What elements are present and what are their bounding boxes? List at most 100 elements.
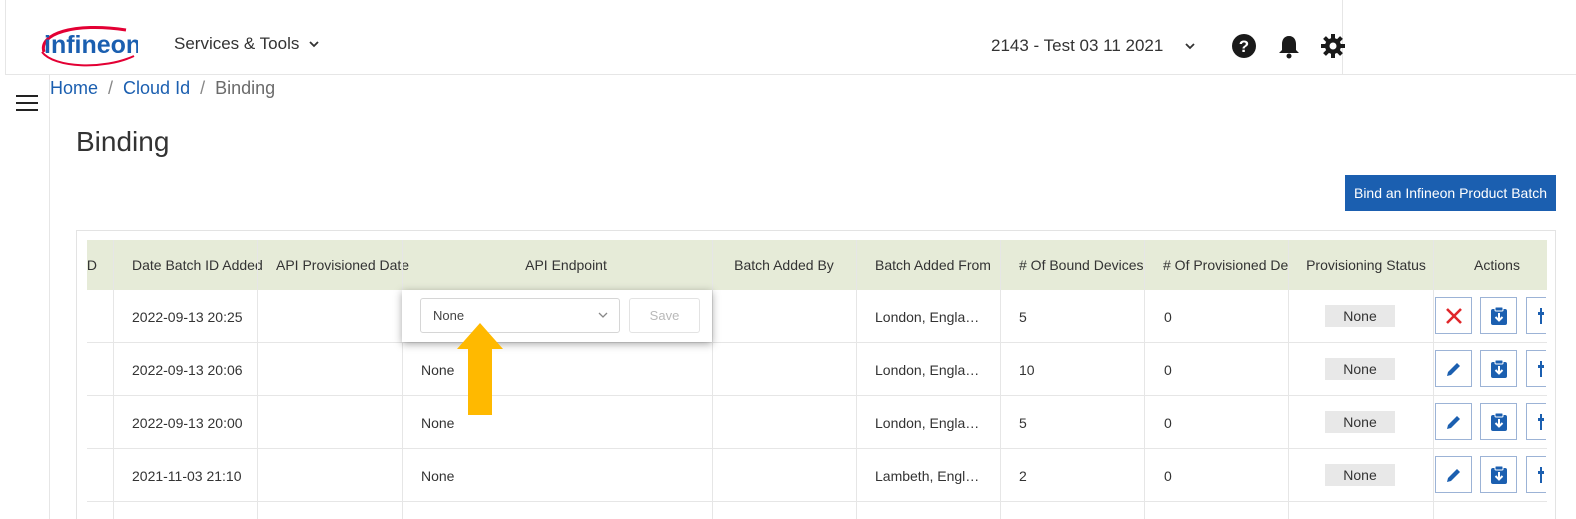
breadcrumb-separator: / <box>108 78 114 98</box>
status-badge: None <box>1325 358 1395 380</box>
help-icon[interactable]: ? <box>1231 33 1257 59</box>
column-divider <box>1144 240 1145 519</box>
breadcrumb-current: Binding <box>215 78 276 98</box>
download-button[interactable] <box>1480 297 1517 334</box>
settings-button-frame <box>1526 403 1546 440</box>
cell-bound-devices: 10 <box>1019 362 1035 378</box>
api-endpoint-select[interactable]: None <box>420 298 620 333</box>
edit-button[interactable] <box>1435 456 1472 493</box>
column-divider <box>856 240 857 519</box>
chevron-down-icon <box>1185 43 1195 50</box>
table-header-row: D Date Batch ID Added API Provisioned Da… <box>87 240 1547 290</box>
page-title: Binding <box>76 126 170 157</box>
organization-selector[interactable]: 2143 - Test 03 11 2021 <box>991 36 1197 56</box>
cell-provisioned-devices: 0 <box>1164 415 1172 431</box>
bind-product-batch-button[interactable]: Bind an Infineon Product Batch <box>1345 175 1556 211</box>
clipboard-download-icon <box>1490 465 1507 484</box>
organization-label: 2143 - Test 03 11 2021 <box>991 36 1164 55</box>
binding-table: D Date Batch ID Added API Provisioned Da… <box>76 230 1556 519</box>
row-divider <box>87 448 1547 449</box>
cell-date-added: 2021-11-03 21:10 <box>132 468 242 484</box>
column-divider <box>712 240 713 519</box>
edit-button[interactable] <box>1435 403 1472 440</box>
column-divider <box>1288 240 1289 519</box>
cell-bound-devices: 2 <box>1019 468 1027 484</box>
cell-date-added: 2022-09-13 20:06 <box>132 362 243 378</box>
cell-added-from: Lambeth, Engl… <box>875 468 980 484</box>
sliders-icon <box>1537 360 1546 377</box>
header-divider <box>1343 74 1576 75</box>
cell-api-endpoint: None <box>421 468 455 484</box>
infineon-logo[interactable]: infineon <box>34 22 138 68</box>
pencil-icon <box>1446 362 1460 376</box>
services-tools-menu[interactable]: Services & Tools <box>174 34 321 54</box>
column-header-provisioned-devices[interactable]: # Of Provisioned Dev <box>1163 240 1288 290</box>
cell-added-from: London, Engla… <box>875 309 980 325</box>
svg-text:?: ? <box>1239 37 1249 56</box>
download-button[interactable] <box>1480 350 1517 387</box>
column-divider <box>1000 240 1001 519</box>
breadcrumb-cloud-id[interactable]: Cloud Id <box>123 78 190 99</box>
settings-button-frame <box>1526 456 1546 493</box>
column-header-batch-id[interactable]: D <box>87 240 97 290</box>
clipboard-download-icon <box>1490 412 1507 431</box>
sliders-icon <box>1537 466 1546 483</box>
settings-button[interactable] <box>1526 297 1546 334</box>
download-button[interactable] <box>1480 456 1517 493</box>
column-divider <box>402 240 403 519</box>
cell-bound-devices: 5 <box>1019 309 1027 325</box>
cell-provisioned-devices: 0 <box>1164 309 1172 325</box>
cell-added-from: London, Engla… <box>875 415 980 431</box>
edit-button[interactable] <box>1435 350 1472 387</box>
cell-api-endpoint: None <box>421 362 455 378</box>
cell-provisioned-devices: 0 <box>1164 468 1172 484</box>
breadcrumb: Home / Cloud Id / Binding <box>50 78 275 99</box>
row-divider <box>87 395 1547 396</box>
sliders-icon <box>1537 307 1546 324</box>
column-divider <box>113 240 114 519</box>
status-badge: None <box>1325 411 1395 433</box>
sliders-icon <box>1537 413 1546 430</box>
cell-date-added: 2022-09-13 20:00 <box>132 415 243 431</box>
column-header-provisioning-status[interactable]: Provisioning Status <box>1288 240 1444 290</box>
breadcrumb-home[interactable]: Home <box>50 78 98 99</box>
column-header-batch-added-by[interactable]: Batch Added By <box>713 240 855 290</box>
pencil-cross-icon <box>1445 307 1462 324</box>
left-rail <box>0 75 50 519</box>
column-header-api-endpoint[interactable]: API Endpoint <box>421 240 711 290</box>
row-divider <box>87 501 1547 502</box>
settings-button[interactable] <box>1526 403 1546 440</box>
settings-button[interactable] <box>1526 456 1546 493</box>
clipboard-download-icon <box>1490 359 1507 378</box>
menu-hamburger-icon[interactable] <box>16 95 38 111</box>
column-divider <box>257 240 258 519</box>
column-header-date-added[interactable]: Date Batch ID Added <box>132 240 272 290</box>
cell-bound-devices: 5 <box>1019 415 1027 431</box>
breadcrumb-separator: / <box>200 78 206 98</box>
chevron-down-icon <box>598 312 608 318</box>
cell-added-from: London, Engla… <box>875 362 980 378</box>
column-header-api-provisioned-date[interactable]: API Provisioned Date <box>276 240 416 290</box>
save-button[interactable]: Save <box>629 298 700 333</box>
download-button[interactable] <box>1480 403 1517 440</box>
delete-button[interactable] <box>1435 297 1472 334</box>
status-badge: None <box>1325 305 1395 327</box>
pencil-icon <box>1446 468 1460 482</box>
api-endpoint-select-value: None <box>433 308 465 323</box>
row-divider <box>87 342 1547 343</box>
settings-button-frame <box>1526 350 1546 387</box>
top-header: infineon Services & Tools 2143 - Test 03… <box>5 0 1346 75</box>
services-tools-label: Services & Tools <box>174 34 300 53</box>
pencil-icon <box>1446 415 1460 429</box>
api-endpoint-editor: None Save <box>402 290 712 342</box>
settings-button[interactable] <box>1526 350 1546 387</box>
gear-icon[interactable] <box>1320 33 1346 59</box>
annotation-arrow-icon <box>457 323 503 415</box>
cell-api-endpoint: None <box>421 415 455 431</box>
column-header-batch-added-from[interactable]: Batch Added From <box>875 240 1015 290</box>
column-header-bound-devices[interactable]: # Of Bound Devices <box>1019 240 1159 290</box>
bell-icon[interactable] <box>1276 33 1302 59</box>
column-header-actions: Actions <box>1474 257 1520 273</box>
cell-date-added: 2022-09-13 20:25 <box>132 309 243 325</box>
column-divider <box>1433 240 1434 519</box>
